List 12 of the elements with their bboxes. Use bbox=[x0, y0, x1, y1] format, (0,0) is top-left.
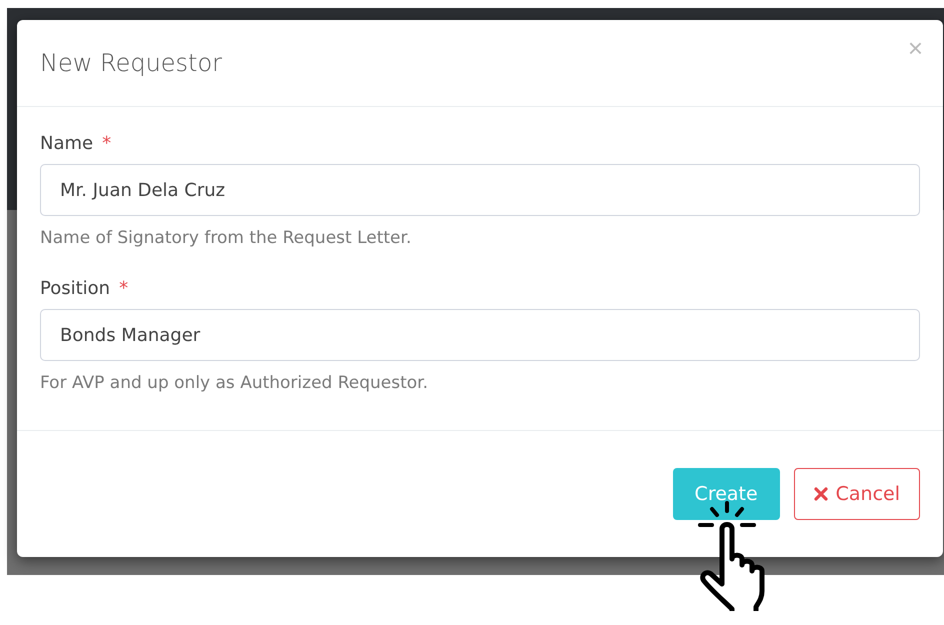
required-mark: * bbox=[102, 133, 112, 154]
create-button[interactable]: Create bbox=[672, 468, 780, 520]
input-field[interactable]: Bonds Manager bbox=[40, 309, 920, 361]
input-field[interactable]: Mr. Juan Dela Cruz bbox=[40, 164, 920, 216]
help-text: Name of Signatory from the Request Letter. bbox=[40, 228, 412, 248]
close-icon bbox=[814, 487, 828, 501]
field-label: Position bbox=[40, 278, 110, 299]
cancel-button[interactable]: Cancel bbox=[794, 468, 920, 520]
required-mark: * bbox=[119, 278, 128, 299]
dialog-title: New Requestor bbox=[40, 49, 222, 77]
field-label: Name bbox=[40, 133, 94, 154]
help-text: For AVP and up only as Authorized Requestor. bbox=[40, 373, 430, 393]
